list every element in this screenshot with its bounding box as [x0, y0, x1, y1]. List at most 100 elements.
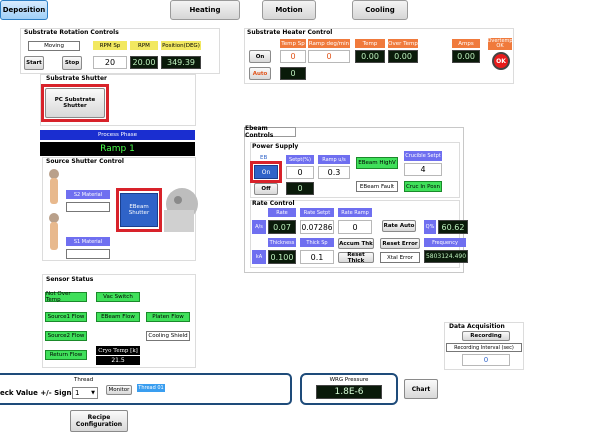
power-supply-title: Power Supply: [252, 143, 299, 150]
xtal-error-indicator: Xtal Error: [380, 252, 420, 263]
thread-select-value: 1: [75, 389, 80, 397]
chevron-down-icon: ▼: [91, 390, 95, 396]
rpm-setpoint-input[interactable]: 20: [93, 56, 127, 69]
tab-deposition[interactable]: Deposition: [0, 0, 48, 20]
temp-sp-header: Temp Sp: [280, 39, 306, 48]
s2-material-label: S2 Material: [66, 190, 110, 199]
source1-crucible-icon: [45, 212, 63, 252]
signal-select-text[interactable]: eck Value +/- Signal: [0, 389, 79, 397]
tab-heating[interactable]: Heating: [170, 0, 240, 20]
source2-crucible-icon: [45, 168, 63, 206]
rpm-header: RPM: [130, 41, 158, 50]
start-button[interactable]: Start: [24, 56, 44, 70]
ramp-us-header: Ramp u/s: [318, 155, 350, 164]
heater-auto-display: 0: [280, 67, 306, 80]
rate-auto-button[interactable]: Rate Auto: [382, 220, 416, 232]
tab-motion[interactable]: Motion: [262, 0, 316, 20]
highlight-frame: [41, 84, 109, 122]
setpt-header: Setpt(%): [286, 155, 314, 164]
reset-error-button[interactable]: Reset Error: [380, 238, 420, 249]
setpt-input[interactable]: 0: [286, 166, 314, 179]
amps-header: Amps: [452, 39, 480, 48]
s2-material-field[interactable]: [66, 202, 110, 212]
position-display: 349.39: [161, 56, 201, 69]
ebeam-title: Ebeam Controls: [244, 125, 296, 139]
thick-sp-input[interactable]: 0.1: [300, 250, 334, 264]
chart-button[interactable]: Chart: [404, 379, 438, 399]
rotation-status: Moving: [28, 41, 80, 51]
temp-sp-input[interactable]: 0: [280, 50, 306, 63]
rate-setpt-input[interactable]: 0.07286: [300, 220, 334, 234]
stop-button[interactable]: Stop: [62, 56, 82, 70]
s1-material-label: S1 Material: [66, 237, 110, 246]
ebeam-highv-indicator: EBeam HighV: [356, 157, 398, 169]
cryo-temp-label: Cryo Temp [k]: [96, 346, 140, 355]
over-temp-header: Over Temp: [388, 39, 418, 48]
thick-sp-header: Thick Sp: [300, 238, 334, 247]
ramp-input[interactable]: 0: [308, 50, 350, 63]
thread-select[interactable]: 1 ▼: [72, 387, 98, 399]
recipe-configuration-button[interactable]: Recipe Configuration: [70, 410, 128, 432]
thread-tag: Thread 01: [137, 384, 165, 392]
accum-thk-button[interactable]: Accum Thk: [338, 238, 374, 249]
process-phase-label: Process Phase: [40, 130, 195, 140]
frequency-header: Frequency: [424, 238, 466, 247]
rate-ramp-header: Rate Ramp: [338, 208, 372, 217]
sensor-platen-flow: Platen Flow: [146, 312, 190, 322]
recording-interval-label: Recording Interval (sec): [446, 343, 522, 352]
rate-control-title: Rate Control: [252, 200, 295, 207]
monitor-button[interactable]: Monitor: [106, 385, 132, 395]
ebeam-gun-icon: [160, 180, 198, 234]
rpm-display: 20.00: [130, 56, 158, 69]
rpm-sp-header: RPM Sp: [93, 41, 127, 50]
ramp-us-input[interactable]: 0.3: [318, 166, 350, 179]
heater-auto-button[interactable]: Auto: [249, 67, 271, 80]
crucible-setpt-header: Crucible Setpt: [404, 151, 442, 161]
crucible-setpt-input[interactable]: 4: [404, 163, 442, 176]
thickness-header: Thickness: [268, 238, 296, 247]
ka-unit-label: kA: [252, 250, 266, 264]
rate-ramp-input[interactable]: 0: [338, 220, 372, 234]
cryo-temp-value: 21.5: [96, 356, 140, 365]
ramp-header: Ramp deg/min: [308, 39, 350, 48]
ebeam-fault-indicator: EBeam Fault: [356, 181, 398, 192]
eb-off-button[interactable]: Off: [254, 183, 278, 195]
over-temp-display: 0.00: [388, 50, 418, 63]
s1-material-field[interactable]: [66, 249, 110, 259]
crucible-in-position: Cruc In Posn: [404, 181, 442, 192]
heater-on-button[interactable]: On: [249, 50, 271, 63]
sensor-source1-flow: Source1 Flow: [45, 312, 87, 322]
sensor-source2-flow: Source2 Flow: [45, 331, 87, 341]
sensor-return-flow: Return Flow: [45, 350, 87, 360]
recording-button[interactable]: Recording: [462, 331, 510, 341]
process-phase-value: Ramp 1: [40, 142, 195, 156]
sensor-cooling-shield: Cooling Shield: [146, 331, 190, 341]
q-percent-label: Q%: [424, 220, 436, 234]
frequency-display: 5803124.490: [424, 250, 468, 263]
source-shutter-title: Source Shutter Control: [46, 158, 124, 165]
thread-label: Thread: [74, 377, 94, 383]
overtemp-ok-indicator: OK: [492, 52, 510, 70]
amps-display: 0.00: [452, 50, 480, 63]
highlight-frame: [116, 188, 162, 232]
recording-interval-input[interactable]: 0: [462, 354, 510, 366]
tab-cooling[interactable]: Cooling: [352, 0, 408, 20]
thickness-display: 0.100: [268, 250, 296, 264]
eb-output-display: 0: [286, 182, 314, 195]
rate-header: Rate: [268, 208, 296, 217]
sensor-vac-switch: Vac Switch: [96, 292, 140, 302]
temp-header: Temp: [355, 39, 385, 48]
heater-title: Substrate Heater Control: [247, 29, 333, 36]
sensor-ebeam-flow: EBeam Flow: [96, 312, 140, 322]
position-header: Position(DEG): [161, 41, 201, 50]
substrate-shutter-title: Substrate Shutter: [46, 75, 107, 82]
as-unit-label: A/s: [252, 220, 266, 234]
rate-setpt-header: Rate Setpt: [300, 208, 334, 217]
q-percent-display: 60.62: [438, 220, 468, 234]
data-acq-title: Data Acquisition: [449, 323, 505, 330]
highlight-frame: [250, 161, 282, 183]
overtemp-ok-header: Overtemp OK: [487, 38, 513, 50]
rotation-title: Substrate Rotation Controls: [24, 29, 119, 36]
sensor-title: Sensor Status: [46, 276, 94, 283]
reset-thick-button[interactable]: Reset Thick: [338, 252, 374, 264]
